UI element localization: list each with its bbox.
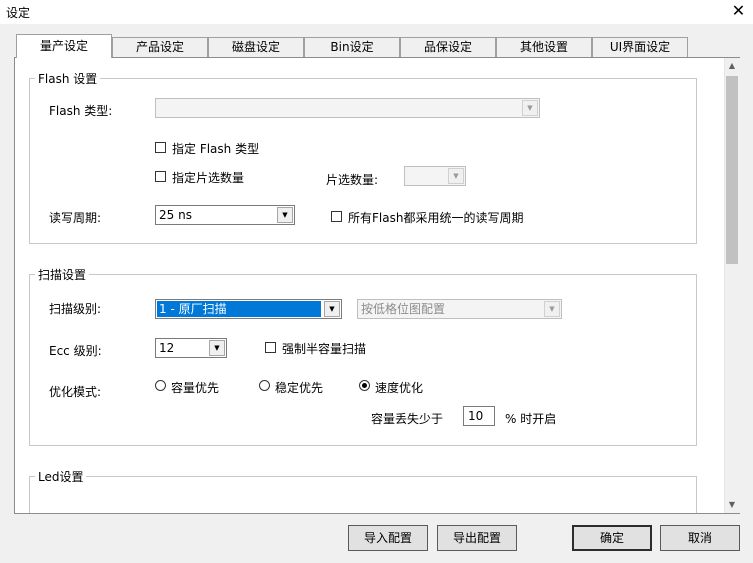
scroll-down-icon[interactable]: ▼: [724, 497, 740, 513]
opt-speed-label: 速度优化: [375, 381, 424, 395]
opt-mode-label: 优化模式:: [49, 385, 102, 399]
tab-ui[interactable]: UI界面设定: [592, 37, 688, 57]
scan-level-label: 扫描级别:: [49, 302, 102, 316]
rw-period-select[interactable]: 25 ns ▼: [155, 205, 295, 225]
capacity-loss-label: 容量丢失少于: [371, 412, 444, 426]
force-half-scan-checkbox[interactable]: [265, 342, 276, 353]
specify-cs-count-label: 指定片选数量: [172, 171, 245, 185]
export-config-button[interactable]: 导出配置: [437, 525, 517, 551]
specify-flash-type-checkbox[interactable]: [155, 142, 166, 153]
uniform-period-label: 所有Flash都采用统一的读写周期: [348, 211, 524, 225]
tab-mass-production[interactable]: 量产设定: [16, 34, 112, 58]
bitmap-config-value: 按低格位图配置: [361, 302, 446, 316]
tab-other[interactable]: 其他设置: [496, 37, 592, 57]
chevron-down-icon: ▼: [277, 207, 293, 223]
led-group-title: Led设置: [35, 468, 87, 485]
scan-level-value: 1 - 原厂扫描: [157, 301, 321, 317]
force-half-scan-label: 强制半容量扫描: [282, 342, 367, 356]
flash-type-select[interactable]: ▼: [155, 98, 540, 118]
opt-stability-label: 稳定优先: [275, 381, 324, 395]
tab-product[interactable]: 产品设定: [112, 37, 208, 57]
opt-capacity-radio[interactable]: [155, 380, 166, 391]
title-bar: [0, 0, 753, 24]
specify-flash-type-label: 指定 Flash 类型: [172, 142, 260, 156]
chevron-down-icon: ▼: [448, 168, 464, 184]
capacity-loss-input[interactable]: 10: [463, 406, 495, 426]
rw-period-value: 25 ns: [159, 208, 192, 222]
rw-period-label: 读写周期:: [49, 211, 102, 225]
opt-capacity-label: 容量优先: [171, 381, 220, 395]
opt-stability-radio[interactable]: [259, 380, 270, 391]
flash-type-label: Flash 类型:: [49, 104, 113, 118]
close-icon[interactable]: ✕: [724, 0, 753, 24]
bitmap-config-select[interactable]: 按低格位图配置 ▼: [357, 299, 562, 319]
chevron-down-icon: ▼: [209, 340, 225, 356]
chevron-down-icon: ▼: [324, 301, 340, 317]
cancel-button[interactable]: 取消: [660, 525, 740, 551]
ok-button[interactable]: 确定: [572, 525, 652, 551]
window-title: 设定: [6, 6, 31, 20]
led-settings-group: [29, 476, 697, 513]
scan-group-title: 扫描设置: [35, 266, 90, 283]
chevron-down-icon: ▼: [522, 100, 538, 116]
scan-level-select[interactable]: 1 - 原厂扫描 ▼: [155, 299, 342, 319]
ecc-level-label: Ecc 级别:: [49, 344, 102, 358]
chevron-down-icon: ▼: [544, 301, 560, 317]
scroll-thumb[interactable]: [726, 76, 738, 264]
tab-disk[interactable]: 磁盘设定: [208, 37, 304, 57]
specify-cs-count-checkbox[interactable]: [155, 171, 166, 182]
tab-panel: Flash 设置 Flash 类型: ▼ 指定 Flash 类型 指定片选数量 …: [14, 57, 740, 514]
capacity-loss-suffix: % 时开启: [505, 412, 557, 426]
flash-group-title: Flash 设置: [35, 70, 101, 87]
cs-count-select[interactable]: ▼: [404, 166, 466, 186]
cs-count-label: 片选数量:: [326, 173, 379, 187]
ecc-level-select[interactable]: 12 ▼: [155, 338, 227, 358]
ecc-level-value: 12: [159, 341, 175, 355]
tab-quality[interactable]: 品保设定: [400, 37, 496, 57]
import-config-button[interactable]: 导入配置: [348, 525, 428, 551]
tab-bin[interactable]: Bin设定: [304, 37, 400, 57]
uniform-period-checkbox[interactable]: [331, 211, 342, 222]
opt-speed-radio[interactable]: [359, 380, 370, 391]
scroll-up-icon[interactable]: ▲: [724, 58, 740, 74]
